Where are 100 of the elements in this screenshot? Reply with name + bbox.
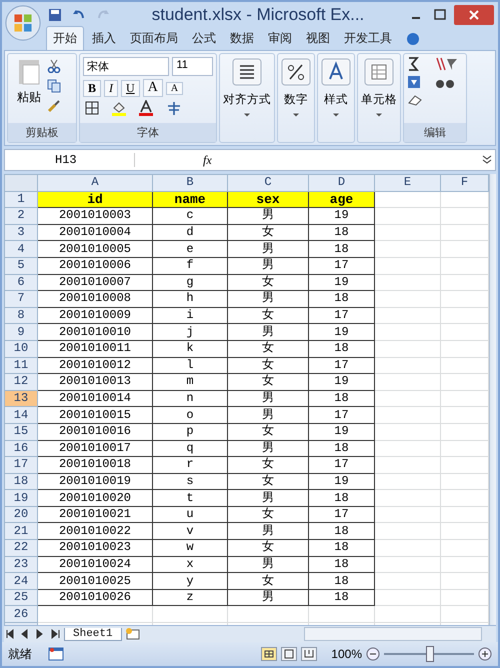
office-button[interactable] <box>4 4 42 42</box>
underline-button[interactable]: U <box>121 80 140 96</box>
table-cell: 女 <box>228 224 308 241</box>
styles-icon[interactable] <box>321 58 351 86</box>
dropdown-icon[interactable] <box>293 113 299 117</box>
italic-button[interactable]: I <box>104 80 118 96</box>
column-header[interactable]: D <box>308 174 374 192</box>
row-header[interactable]: 2 <box>4 208 38 224</box>
column-header[interactable]: B <box>152 174 228 192</box>
row-header[interactable]: 6 <box>4 274 38 291</box>
table-cell: r <box>152 456 228 474</box>
dropdown-icon[interactable] <box>333 113 339 117</box>
zoom-slider-thumb[interactable] <box>426 646 434 662</box>
expand-icon[interactable] <box>482 155 492 165</box>
zoom-in-icon[interactable] <box>478 647 492 661</box>
table-cell: 2001010016 <box>38 423 152 440</box>
ribbon-tab[interactable]: 页面布局 <box>124 27 184 50</box>
row-header[interactable]: 19 <box>4 490 38 506</box>
copy-icon[interactable] <box>47 79 61 93</box>
grow-font-button[interactable]: A <box>142 79 163 97</box>
scissors-icon[interactable] <box>47 59 61 73</box>
row-header[interactable]: 16 <box>4 440 38 457</box>
table-cell: 女 <box>228 473 308 490</box>
row-header[interactable]: 22 <box>4 540 38 556</box>
horizontal-scrollbar[interactable] <box>304 627 482 641</box>
close-button[interactable] <box>454 5 494 25</box>
group-button-label[interactable]: 样式 <box>324 92 348 107</box>
row-header[interactable]: 12 <box>4 374 38 390</box>
macro-record-icon[interactable] <box>48 647 64 661</box>
row-header[interactable]: 9 <box>4 324 38 340</box>
row-header[interactable]: 21 <box>4 522 38 540</box>
font-size-dropdown[interactable]: 11 <box>172 57 213 76</box>
table-cell: 男 <box>228 440 308 457</box>
column-header[interactable]: A <box>38 174 152 192</box>
table-cell: 2001010015 <box>38 406 152 424</box>
view-mode-button[interactable] <box>281 647 298 661</box>
row-header[interactable]: 11 <box>4 357 38 374</box>
ribbon-tab[interactable]: 开发工具 <box>338 27 398 50</box>
row-header[interactable]: 10 <box>4 340 38 358</box>
row-header[interactable]: 3 <box>4 224 38 241</box>
group-button-label[interactable]: 单元格 <box>361 92 397 107</box>
row-header[interactable]: 23 <box>4 556 38 573</box>
dropdown-icon[interactable] <box>244 113 250 117</box>
table-cell: l <box>152 357 228 374</box>
row-header[interactable]: 7 <box>4 290 38 308</box>
row-header[interactable]: 4 <box>4 240 38 258</box>
bold-button[interactable]: B <box>83 80 102 96</box>
table-cell: 女 <box>228 540 308 556</box>
dropdown-icon[interactable] <box>376 113 382 117</box>
row-header[interactable]: 15 <box>4 423 38 440</box>
sheet-tab[interactable]: Sheet1 <box>64 628 122 640</box>
brush-icon[interactable] <box>47 99 61 113</box>
table-cell: 女 <box>228 423 308 440</box>
row-header[interactable]: 8 <box>4 307 38 324</box>
column-header[interactable]: C <box>228 174 308 192</box>
ribbon-tab[interactable]: 审阅 <box>262 27 298 50</box>
row-header[interactable]: 13 <box>4 390 38 407</box>
align-icon[interactable] <box>232 58 262 86</box>
column-header[interactable]: E <box>374 174 440 192</box>
row-header[interactable]: 17 <box>4 456 38 474</box>
zoom-level[interactable]: 100% <box>331 647 362 661</box>
view-mode-button[interactable] <box>261 647 278 661</box>
row-header[interactable]: 14 <box>4 406 38 424</box>
ribbon-tab[interactable]: 数据 <box>224 27 260 50</box>
ribbon-tab[interactable]: 公式 <box>186 27 222 50</box>
percent-icon[interactable] <box>281 58 311 86</box>
row-header[interactable]: 5 <box>4 257 38 274</box>
help-icon[interactable] <box>406 32 420 46</box>
view-mode-button[interactable] <box>301 647 318 661</box>
ribbon-tab[interactable]: 插入 <box>86 27 122 50</box>
vertical-scrollbar[interactable] <box>489 174 496 625</box>
table-cell: y <box>152 572 228 590</box>
row-header[interactable]: 1 <box>4 191 38 208</box>
zoom-out-icon[interactable] <box>366 647 380 661</box>
cells-icon[interactable] <box>364 58 394 86</box>
save-icon[interactable] <box>48 8 62 22</box>
table-cell: 女 <box>228 274 308 291</box>
row-header[interactable]: 18 <box>4 473 38 490</box>
ribbon-tab[interactable]: 视图 <box>300 27 336 50</box>
header-cell: id <box>38 191 152 208</box>
row-header[interactable]: 26 <box>4 606 38 623</box>
sort-filter-icon[interactable] <box>435 57 459 71</box>
table-cell: 男 <box>228 240 308 258</box>
table-cell: 2001010013 <box>38 374 152 390</box>
group-button-label[interactable]: 对齐方式 <box>223 92 271 107</box>
ribbon-tab[interactable]: 开始 <box>46 26 84 50</box>
column-header[interactable]: F <box>440 174 488 192</box>
paste-button[interactable]: 粘贴 <box>11 57 47 120</box>
group-label: 字体 <box>80 123 216 142</box>
table-cell: 18 <box>308 390 374 407</box>
row-header[interactable]: 24 <box>4 572 38 590</box>
row-header[interactable]: 20 <box>4 506 38 523</box>
group-button-label[interactable]: 数字 <box>284 92 308 107</box>
shrink-font-button[interactable]: A <box>166 82 184 94</box>
insert-function-button[interactable]: fx <box>195 152 220 168</box>
table-cell: p <box>152 423 228 440</box>
table-cell: 18 <box>308 340 374 358</box>
row-header[interactable]: 25 <box>4 589 38 606</box>
font-name-dropdown[interactable]: 宋体 <box>83 57 170 76</box>
name-box[interactable]: H13 <box>5 153 135 167</box>
